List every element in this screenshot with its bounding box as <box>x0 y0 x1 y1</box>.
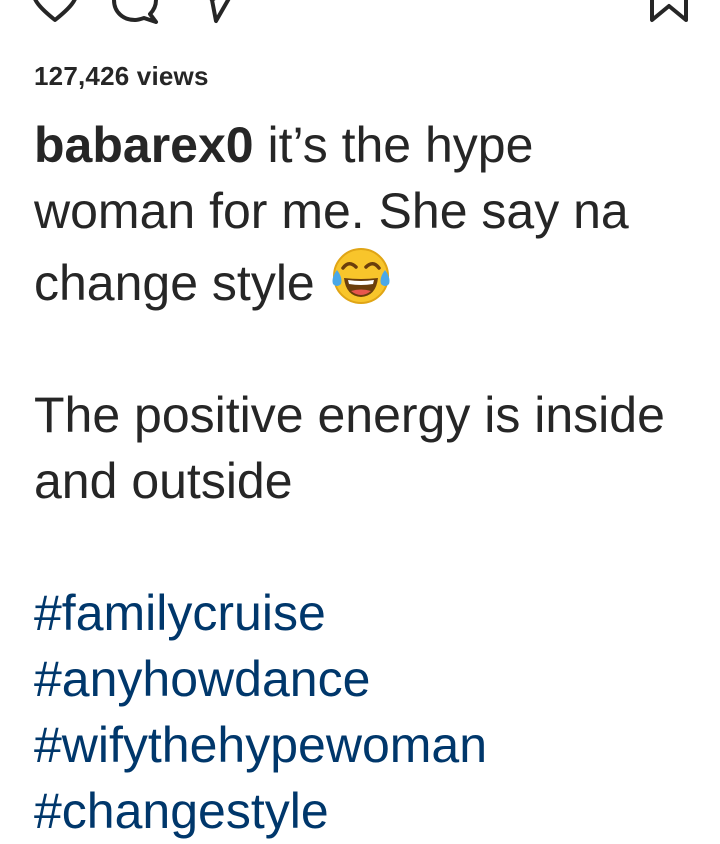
share-icon[interactable] <box>196 0 242 24</box>
caption-paragraph: The positive energy is inside and outsid… <box>34 387 665 509</box>
hashtag-link[interactable]: #familycruise <box>34 580 694 646</box>
hashtag-link[interactable]: #wifythehypewoman <box>34 712 694 778</box>
comment-icon[interactable] <box>110 0 160 24</box>
post-caption: babarex0 it’s the hype woman for me. She… <box>34 112 694 844</box>
username-link[interactable]: babarex0 <box>34 117 254 173</box>
caption-paragraph: babarex0 it’s the hype woman for me. She… <box>34 112 694 316</box>
post-action-bar <box>0 0 720 28</box>
heart-icon[interactable] <box>30 0 80 24</box>
tears-of-joy-emoji-icon <box>329 244 393 308</box>
hashtag-list: #familycruise #anyhowdance #wifythehypew… <box>34 580 694 844</box>
hashtag-link[interactable]: #changestyle <box>34 778 694 844</box>
view-count: 127,426 views <box>34 61 209 91</box>
hashtag-link[interactable]: #anyhowdance <box>34 646 694 712</box>
bookmark-icon[interactable] <box>648 0 690 24</box>
